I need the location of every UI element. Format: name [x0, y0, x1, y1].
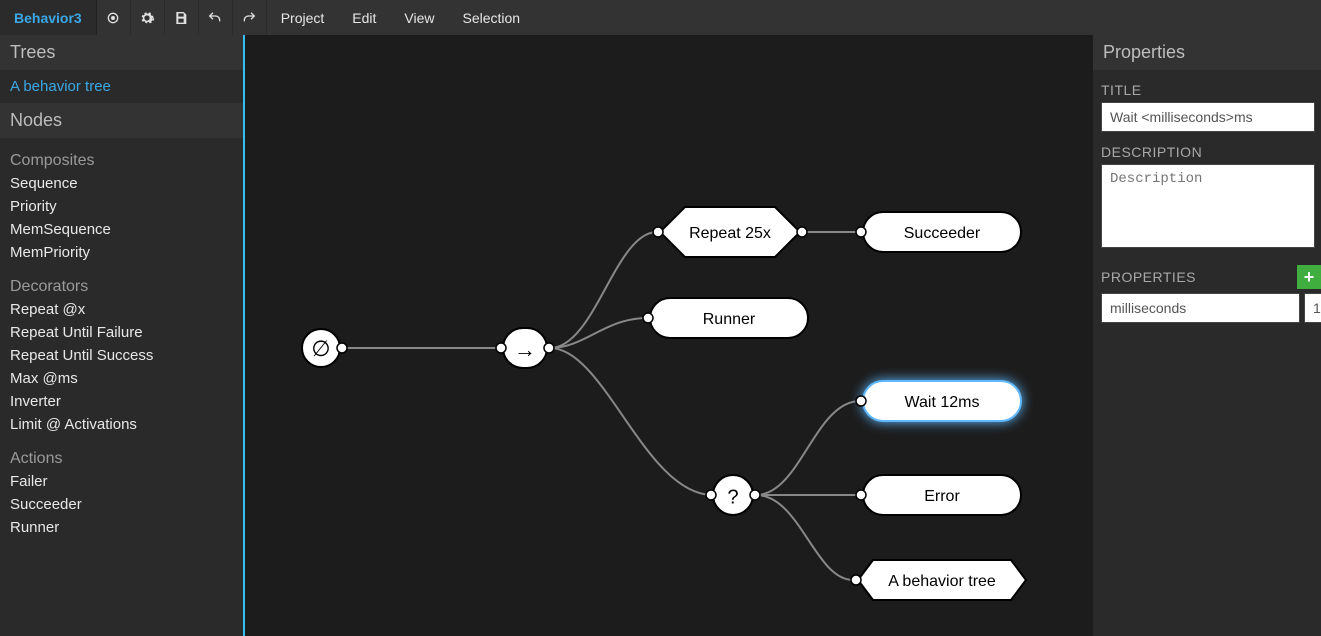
- canvas-root-node[interactable]: ∅: [302, 329, 347, 367]
- left-sidebar: Trees A behavior tree Nodes Composites S…: [0, 35, 245, 636]
- node-repeat[interactable]: Repeat @x: [0, 298, 243, 321]
- menu-edit[interactable]: Edit: [338, 10, 390, 26]
- graph-svg: ∅ → Repeat 25x Suc: [245, 35, 1093, 636]
- canvas-succeeder-node[interactable]: Succeeder: [856, 212, 1021, 252]
- node-inverter[interactable]: Inverter: [0, 390, 243, 413]
- svg-text:∅: ∅: [311, 336, 330, 361]
- property-row: -: [1101, 293, 1321, 323]
- group-actions: Actions: [0, 444, 243, 470]
- node-priority[interactable]: Priority: [0, 195, 243, 218]
- undo-button[interactable]: [199, 0, 233, 35]
- menu-project[interactable]: Project: [267, 10, 339, 26]
- property-key-input[interactable]: [1101, 293, 1300, 323]
- description-label: DESCRIPTION: [1101, 144, 1321, 160]
- brand: Behavior3: [0, 0, 97, 35]
- node-mempriority[interactable]: MemPriority: [0, 241, 243, 264]
- undo-icon: [207, 10, 223, 26]
- title-label: TITLE: [1101, 82, 1321, 98]
- node-max-ms[interactable]: Max @ms: [0, 367, 243, 390]
- svg-text:Runner: Runner: [703, 311, 756, 328]
- node-repeat-until-success[interactable]: Repeat Until Success: [0, 344, 243, 367]
- node-runner[interactable]: Runner: [0, 516, 243, 539]
- menu-view[interactable]: View: [390, 10, 448, 26]
- node-limit-activations[interactable]: Limit @ Activations: [0, 413, 243, 436]
- canvas-sequence-node[interactable]: →: [496, 328, 554, 368]
- svg-text:→: →: [514, 337, 536, 362]
- target-icon-button[interactable]: [97, 0, 131, 35]
- canvas[interactable]: ∅ → Repeat 25x Suc: [245, 35, 1093, 636]
- properties-header: Properties: [1093, 35, 1321, 70]
- trees-header: Trees: [0, 35, 243, 70]
- properties-kv-label: PROPERTIES: [1101, 269, 1196, 285]
- gear-icon: [139, 10, 155, 26]
- add-property-button[interactable]: +: [1297, 265, 1321, 289]
- group-composites: Composites: [0, 146, 243, 172]
- node-succeeder[interactable]: Succeeder: [0, 493, 243, 516]
- svg-text:Error: Error: [924, 488, 960, 505]
- node-sequence[interactable]: Sequence: [0, 172, 243, 195]
- canvas-runner-node[interactable]: Runner: [643, 298, 808, 338]
- save-icon: [173, 10, 189, 26]
- canvas-priority-node[interactable]: ?: [706, 475, 760, 515]
- redo-icon: [241, 10, 257, 26]
- menu-bar: Project Edit View Selection: [267, 0, 534, 35]
- save-button[interactable]: [165, 0, 199, 35]
- node-repeat-until-failure[interactable]: Repeat Until Failure: [0, 321, 243, 344]
- property-value-input[interactable]: [1304, 293, 1321, 323]
- tree-item[interactable]: A behavior tree: [0, 70, 243, 103]
- svg-text:A behavior tree: A behavior tree: [888, 573, 996, 590]
- top-bar: Behavior3 Project Edit View Selection: [0, 0, 1321, 35]
- menu-selection[interactable]: Selection: [449, 10, 535, 26]
- description-input[interactable]: [1101, 164, 1315, 248]
- title-input[interactable]: [1101, 102, 1315, 132]
- svg-text:?: ?: [727, 486, 738, 508]
- settings-button[interactable]: [131, 0, 165, 35]
- properties-panel: Properties TITLE DESCRIPTION PROPERTIES …: [1093, 35, 1321, 636]
- canvas-subtree-node[interactable]: A behavior tree: [851, 560, 1026, 600]
- svg-text:Wait 12ms: Wait 12ms: [905, 394, 980, 411]
- canvas-wait-node[interactable]: Wait 12ms: [856, 381, 1021, 421]
- group-decorators: Decorators: [0, 272, 243, 298]
- svg-text:Repeat 25x: Repeat 25x: [689, 225, 771, 242]
- target-icon: [105, 10, 121, 26]
- svg-text:Succeeder: Succeeder: [904, 225, 981, 242]
- node-memsequence[interactable]: MemSequence: [0, 218, 243, 241]
- nodes-header: Nodes: [0, 103, 243, 138]
- redo-button[interactable]: [233, 0, 267, 35]
- node-failer[interactable]: Failer: [0, 470, 243, 493]
- canvas-error-node[interactable]: Error: [856, 475, 1021, 515]
- canvas-repeat-node[interactable]: Repeat 25x: [653, 207, 807, 257]
